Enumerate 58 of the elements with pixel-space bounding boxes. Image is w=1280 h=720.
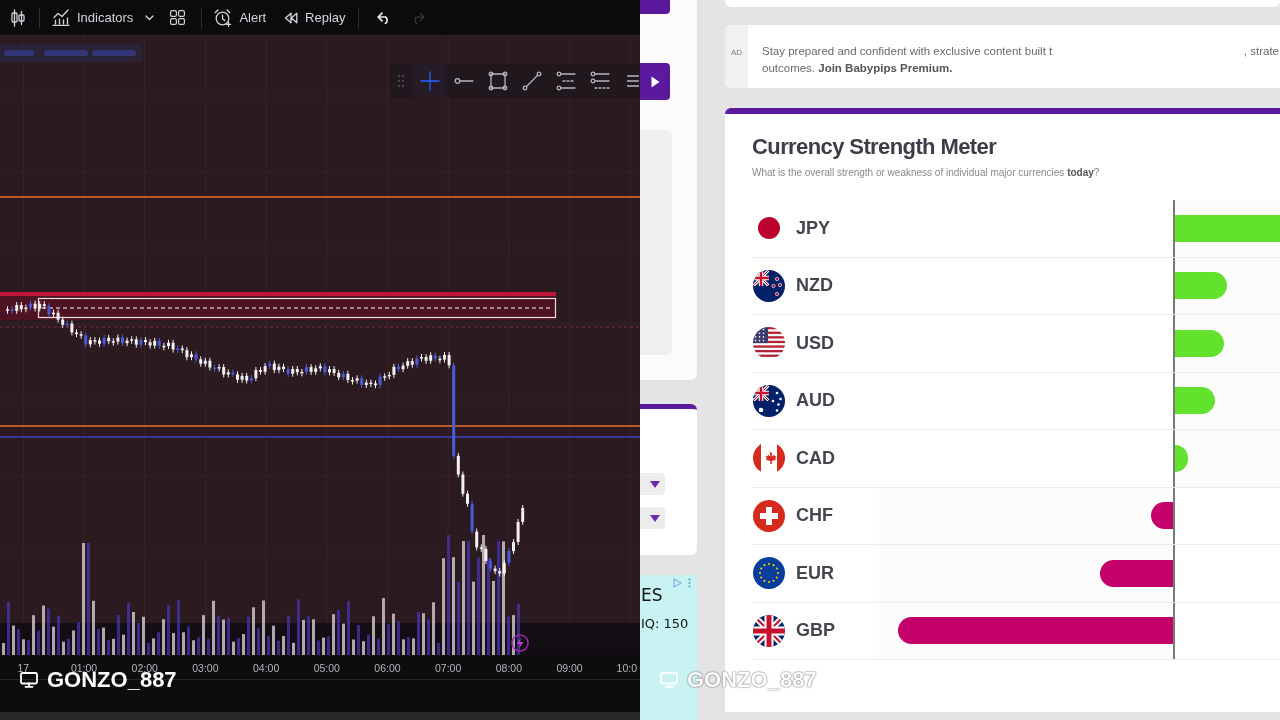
alert-button[interactable]: Alert	[210, 3, 271, 32]
card-title: Currency Strength Meter	[752, 134, 998, 160]
play-button[interactable]	[640, 63, 670, 100]
eu-flag-icon	[753, 557, 785, 590]
rectangle-icon	[488, 71, 508, 91]
replay-button[interactable]: Replay	[280, 3, 350, 32]
currency-code: NZD	[796, 275, 834, 297]
play-icon	[650, 75, 660, 88]
currency-code: USD	[796, 332, 835, 354]
ad-label: AD	[725, 25, 748, 88]
crosshair-tool[interactable]	[413, 64, 447, 98]
us-flag-icon	[753, 327, 785, 360]
diagonal-line-icon	[522, 71, 542, 91]
ad-text: ES	[640, 585, 664, 605]
bar-chart-icon	[52, 9, 70, 26]
dropdown-field[interactable]	[640, 473, 665, 495]
currency-code: CHF	[796, 505, 834, 527]
currency-code: JPY	[796, 217, 832, 239]
rewind-icon	[284, 11, 299, 24]
drag-handle-icon[interactable]	[398, 75, 404, 87]
currency-code: AUD	[796, 390, 836, 412]
currency-code: GBP	[796, 620, 836, 642]
alarm-clock-icon	[214, 8, 233, 27]
time-label: 08:00	[495, 662, 522, 674]
ad-text: , strate	[1243, 44, 1279, 59]
caret-icon	[650, 514, 660, 522]
monitor-icon	[660, 672, 678, 688]
caret-icon	[145, 14, 155, 21]
time-label: 10:0	[616, 662, 637, 674]
time-label: 03:00	[192, 662, 219, 674]
new-zealand-flag-icon	[753, 269, 785, 302]
caret-icon	[650, 480, 660, 488]
lightning-icon[interactable]	[511, 634, 529, 652]
time-label: 17	[17, 662, 30, 674]
uk-flag-icon	[753, 614, 785, 647]
time-label: 06:00	[374, 662, 401, 674]
japan-flag-icon	[758, 217, 780, 240]
crosshair-icon	[420, 71, 440, 91]
indicators-button[interactable]: Indicators	[48, 3, 138, 32]
dropdown-field[interactable]	[640, 507, 665, 529]
card-subtitle: What is the overall strength or weakness of individual major currencies today?	[752, 167, 1101, 179]
currency-code: EUR	[796, 562, 835, 584]
australia-flag-icon	[753, 384, 785, 417]
grid-icon	[170, 10, 186, 25]
swiss-flag-icon	[753, 499, 785, 532]
stacked-lines-icon	[556, 71, 576, 91]
currency-code: CAD	[796, 447, 836, 469]
ad-text: Stay prepared and confident with exclusive content built t	[762, 44, 1053, 59]
stacked-lines-icon	[590, 71, 610, 91]
time-label: 04:00	[252, 662, 280, 674]
candlestick-icon	[11, 8, 25, 27]
time-label: 07:00	[435, 662, 462, 674]
monitor-icon	[20, 672, 38, 688]
time-label: 05:00	[313, 662, 340, 674]
ad-text: outcomes. Join Babypips Premium.	[762, 61, 954, 76]
ad-text: IQ: 150	[640, 615, 690, 633]
time-label: 09:00	[556, 662, 583, 674]
menu-icon	[627, 75, 639, 87]
